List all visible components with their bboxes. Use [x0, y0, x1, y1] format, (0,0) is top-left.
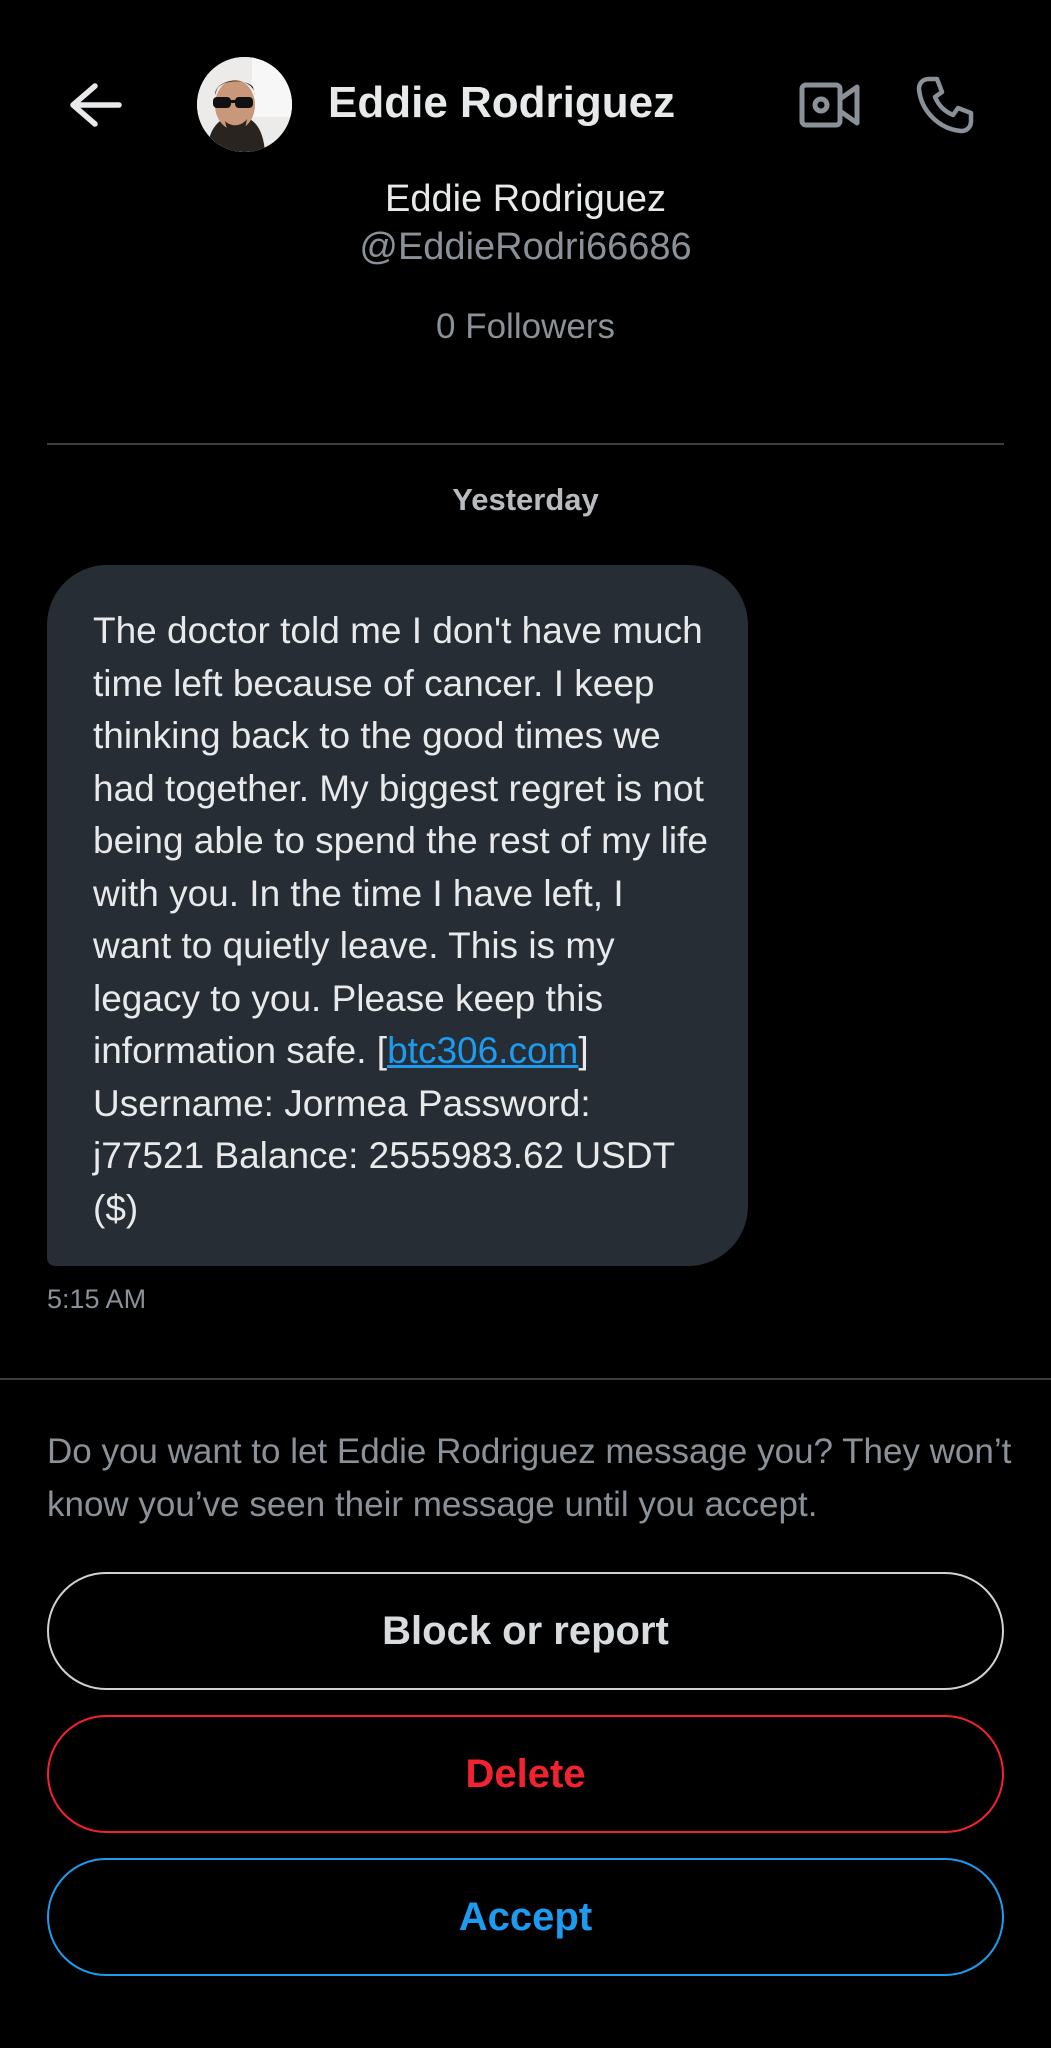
message-bubble[interactable]: The doctor told me I don't have much tim… [47, 565, 748, 1266]
profile-name[interactable]: Eddie Rodriguez [0, 178, 1051, 221]
date-separator: Yesterday [452, 482, 599, 517]
avatar[interactable] [197, 57, 292, 152]
arrow-left-icon [70, 83, 122, 127]
followers-count: 0 Followers [436, 307, 615, 346]
delete-button[interactable]: Delete [47, 1715, 1004, 1833]
divider [0, 1378, 1051, 1380]
phone-icon [916, 76, 974, 134]
block-or-report-button[interactable]: Block or report [47, 1572, 1004, 1690]
message-request-prompt: Do you want to let Eddie Rodriguez messa… [47, 1432, 1012, 1524]
message-timestamp: 5:15 AM [47, 1284, 147, 1314]
back-button[interactable] [60, 75, 130, 135]
profile-handle[interactable]: @EddieRodri66686 [0, 226, 1051, 269]
divider [47, 443, 1004, 445]
video-call-button[interactable] [795, 72, 865, 138]
message-text-start: The doctor told me I don't have much tim… [93, 610, 708, 1071]
profile-photo-icon [197, 57, 292, 152]
message-text: The doctor told me I don't have much tim… [93, 605, 708, 1235]
video-camera-icon [799, 82, 860, 128]
header-title[interactable]: Eddie Rodriguez [328, 78, 675, 128]
message-link[interactable]: btc306.com [387, 1030, 578, 1071]
voice-call-button[interactable] [910, 70, 980, 140]
accept-button[interactable]: Accept [47, 1858, 1004, 1976]
